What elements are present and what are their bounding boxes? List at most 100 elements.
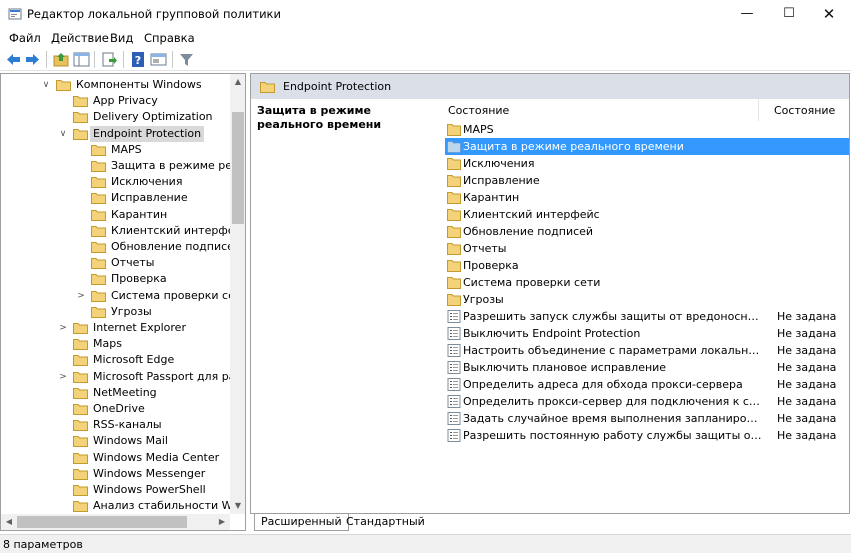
policy-folder-row[interactable]: Карантин [445, 189, 849, 206]
tree-item[interactable]: NetMeeting [1, 385, 230, 401]
column-header-setting[interactable]: Состояние [448, 104, 509, 117]
scroll-down-icon[interactable]: ▼ [230, 498, 245, 514]
help-icon[interactable]: ? [130, 51, 147, 68]
tab-extended[interactable]: Расширенный [254, 514, 349, 531]
expand-chevron-icon[interactable]: > [76, 288, 86, 304]
menu-view[interactable]: Вид [110, 31, 133, 45]
tree-horizontal-scrollbar[interactable]: ◀ ▶ [1, 514, 230, 530]
policy-folder-row[interactable]: MAPS [445, 121, 849, 138]
tree-item[interactable]: RSS-каналы [1, 417, 230, 433]
folder-icon [91, 144, 106, 156]
row-name: Проверка [463, 259, 519, 272]
toolbar-separator [94, 51, 95, 68]
tree-item[interactable]: ∨ Компоненты Windows [1, 77, 230, 93]
policy-folder-row[interactable]: Исправление [445, 172, 849, 189]
back-icon[interactable] [5, 51, 22, 68]
tree-item[interactable]: Обновление подписей [1, 239, 241, 255]
tree-item[interactable]: Отчеты [1, 255, 230, 271]
tree-item[interactable]: > Система проверки сети [1, 288, 245, 304]
tree-item[interactable]: OneDrive [1, 401, 230, 417]
policy-folder-row[interactable]: Обновление подписей [445, 223, 849, 240]
scroll-left-icon[interactable]: ◀ [1, 514, 17, 530]
tree-item[interactable]: Проверка [1, 271, 230, 287]
policy-setting-row[interactable]: Разрешить запуск службы защиты от вредон… [445, 308, 849, 325]
toolbar-separator [123, 51, 124, 68]
tree-item-label: RSS-каналы [93, 418, 162, 432]
tree-item-label: Windows Messenger [93, 466, 206, 480]
tree-item[interactable]: Windows Media Center [1, 450, 230, 466]
tree-vertical-scrollbar[interactable]: ▲ ▼ [230, 74, 245, 514]
collapse-chevron-icon[interactable]: ∨ [58, 126, 68, 142]
scroll-thumb[interactable] [17, 516, 187, 528]
policy-folder-row[interactable]: Клиентский интерфейс [445, 206, 849, 223]
expand-chevron-icon [76, 255, 86, 271]
close-button[interactable]: ✕ [806, 0, 851, 28]
tree-item[interactable]: Клиентский интерфейс [1, 223, 245, 239]
row-name: Исключения [463, 157, 535, 170]
expand-chevron-icon[interactable]: > [58, 369, 68, 385]
policy-setting-row[interactable]: Разрешить постоянную работу службы защит… [445, 427, 849, 444]
expand-chevron-icon [76, 304, 86, 320]
scroll-up-icon[interactable]: ▲ [230, 74, 245, 90]
tree-item[interactable]: > Internet Explorer [1, 320, 230, 336]
policy-folder-row[interactable]: Отчеты [445, 240, 849, 257]
tree-item[interactable]: Delivery Optimization [1, 109, 230, 125]
policy-setting-row[interactable]: Определить прокси-сервер для подключения… [445, 393, 849, 410]
expand-chevron-icon[interactable]: > [58, 320, 68, 336]
scroll-right-icon[interactable]: ▶ [214, 514, 230, 530]
tree-item[interactable]: Угрозы [1, 304, 230, 320]
minimize-button[interactable]: — [724, 0, 770, 28]
collapse-chevron-icon[interactable]: ∨ [41, 77, 51, 93]
policy-setting-icon [447, 429, 461, 442]
policy-folder-row[interactable]: Проверка [445, 257, 849, 274]
policy-setting-icon [447, 344, 461, 357]
tree-item[interactable]: Windows PowerShell [1, 482, 230, 498]
export-list-icon[interactable] [101, 51, 118, 68]
tree-item[interactable]: MAPS [1, 142, 230, 158]
tree-item[interactable]: > Microsoft Passport для работ [1, 369, 245, 385]
tree-item[interactable]: Windows Messenger [1, 466, 230, 482]
row-name: Разрешить запуск службы защиты от вредон… [463, 310, 763, 323]
policy-setting-icon [447, 395, 461, 408]
scroll-thumb[interactable] [232, 112, 244, 224]
expand-chevron-icon [76, 190, 86, 206]
policy-setting-row[interactable]: Задать случайное время выполнения заплан… [445, 410, 849, 427]
toolbar-separator [46, 51, 47, 68]
menu-help[interactable]: Справка [144, 31, 195, 45]
policy-setting-row[interactable]: Определить адреса для обхода прокси-серв… [445, 376, 849, 393]
policy-setting-icon [447, 378, 461, 391]
tree-item[interactable]: Исключения [1, 174, 230, 190]
policy-folder-row[interactable]: Система проверки сети [445, 274, 849, 291]
tree-item[interactable]: Анализ стабильности Windo [1, 498, 245, 514]
policy-setting-row[interactable]: Настроить объединение с параметрами лока… [445, 342, 849, 359]
policy-setting-row[interactable]: Выключить плановое исправление Не задана [445, 359, 849, 376]
tree-item[interactable]: Защита в режиме реаль [1, 158, 245, 174]
filter-icon[interactable] [178, 51, 195, 68]
column-divider[interactable] [758, 99, 759, 121]
expand-chevron-icon [76, 239, 86, 255]
up-folder-icon[interactable] [53, 51, 70, 68]
tree-item[interactable]: Карантин [1, 207, 230, 223]
gpedit-app-icon [8, 8, 22, 20]
folder-icon [91, 241, 106, 253]
menu-action[interactable]: Действие [51, 31, 109, 45]
folder-icon [91, 192, 106, 205]
forward-icon[interactable] [24, 51, 41, 68]
policy-folder-row[interactable]: Угрозы [445, 291, 849, 308]
policy-folder-row[interactable]: Исключения [445, 155, 849, 172]
tree-item[interactable]: App Privacy [1, 93, 230, 109]
tree-item[interactable]: Исправление [1, 190, 230, 206]
tree-item[interactable]: Maps [1, 336, 230, 352]
tree-item[interactable]: ∨ Endpoint Protection [1, 125, 230, 142]
tree-item-label: OneDrive [93, 402, 145, 415]
column-header-state[interactable]: Состояние [774, 104, 835, 117]
folder-icon [447, 174, 461, 187]
menu-file[interactable]: Файл [9, 31, 41, 45]
show-hide-tree-icon[interactable] [73, 51, 90, 68]
tab-standard[interactable]: Стандартный [340, 514, 431, 531]
tree-item[interactable]: Microsoft Edge [1, 352, 230, 368]
properties-icon[interactable] [150, 51, 167, 68]
policy-folder-row[interactable]: Защита в режиме реального времени [445, 138, 849, 155]
policy-setting-row[interactable]: Выключить Endpoint Protection Не задана [445, 325, 849, 342]
tree-item[interactable]: Windows Mail [1, 433, 230, 449]
